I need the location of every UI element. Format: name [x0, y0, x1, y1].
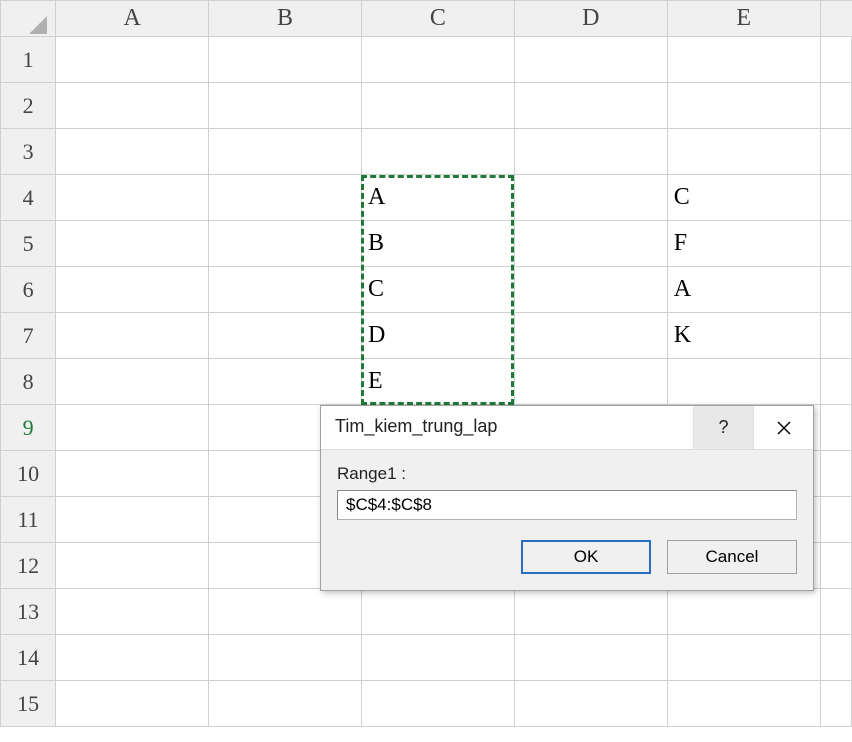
- row-header[interactable]: 8: [1, 359, 56, 405]
- row-header[interactable]: 3: [1, 129, 56, 175]
- input-dialog: Tim_kiem_trung_lap ? Range1 : OK Cancel: [320, 405, 814, 591]
- cell-e4[interactable]: C: [667, 175, 820, 221]
- select-all-corner[interactable]: [1, 1, 56, 37]
- spreadsheet-grid[interactable]: A B C D E 1 2 3 4AC 5BF 6CA 7DK 8E 9 10 …: [0, 0, 852, 727]
- dialog-field-label: Range1 :: [337, 464, 797, 484]
- dialog-help-button[interactable]: ?: [693, 406, 753, 449]
- col-header-e[interactable]: E: [667, 1, 820, 37]
- dialog-close-button[interactable]: [753, 406, 813, 449]
- help-icon: ?: [718, 417, 728, 438]
- close-icon: [776, 420, 792, 436]
- row-header[interactable]: 4: [1, 175, 56, 221]
- ok-button[interactable]: OK: [521, 540, 651, 574]
- cell-e5[interactable]: F: [667, 221, 820, 267]
- col-header-d[interactable]: D: [514, 1, 667, 37]
- col-header-overflow[interactable]: [820, 1, 851, 37]
- cell-e7[interactable]: K: [667, 313, 820, 359]
- row-header[interactable]: 2: [1, 83, 56, 129]
- cell-e6[interactable]: A: [667, 267, 820, 313]
- cancel-button[interactable]: Cancel: [667, 540, 797, 574]
- row-header[interactable]: 6: [1, 267, 56, 313]
- cell-c4[interactable]: A: [361, 175, 514, 221]
- col-header-c[interactable]: C: [361, 1, 514, 37]
- row-header[interactable]: 15: [1, 681, 56, 727]
- col-header-b[interactable]: B: [209, 1, 362, 37]
- row-header[interactable]: 1: [1, 37, 56, 83]
- row-header[interactable]: 11: [1, 497, 56, 543]
- range-input[interactable]: [337, 490, 797, 520]
- row-header-active[interactable]: 9: [1, 405, 56, 451]
- row-header[interactable]: 5: [1, 221, 56, 267]
- row-header[interactable]: 13: [1, 589, 56, 635]
- row-header[interactable]: 10: [1, 451, 56, 497]
- dialog-titlebar[interactable]: Tim_kiem_trung_lap ?: [321, 406, 813, 450]
- col-header-a[interactable]: A: [56, 1, 209, 37]
- row-header[interactable]: 12: [1, 543, 56, 589]
- cell-c5[interactable]: B: [361, 221, 514, 267]
- cell-c8[interactable]: E: [361, 359, 514, 405]
- dialog-title: Tim_kiem_trung_lap: [321, 406, 693, 449]
- row-header[interactable]: 7: [1, 313, 56, 359]
- row-header[interactable]: 14: [1, 635, 56, 681]
- cell-c7[interactable]: D: [361, 313, 514, 359]
- cell-c6[interactable]: C: [361, 267, 514, 313]
